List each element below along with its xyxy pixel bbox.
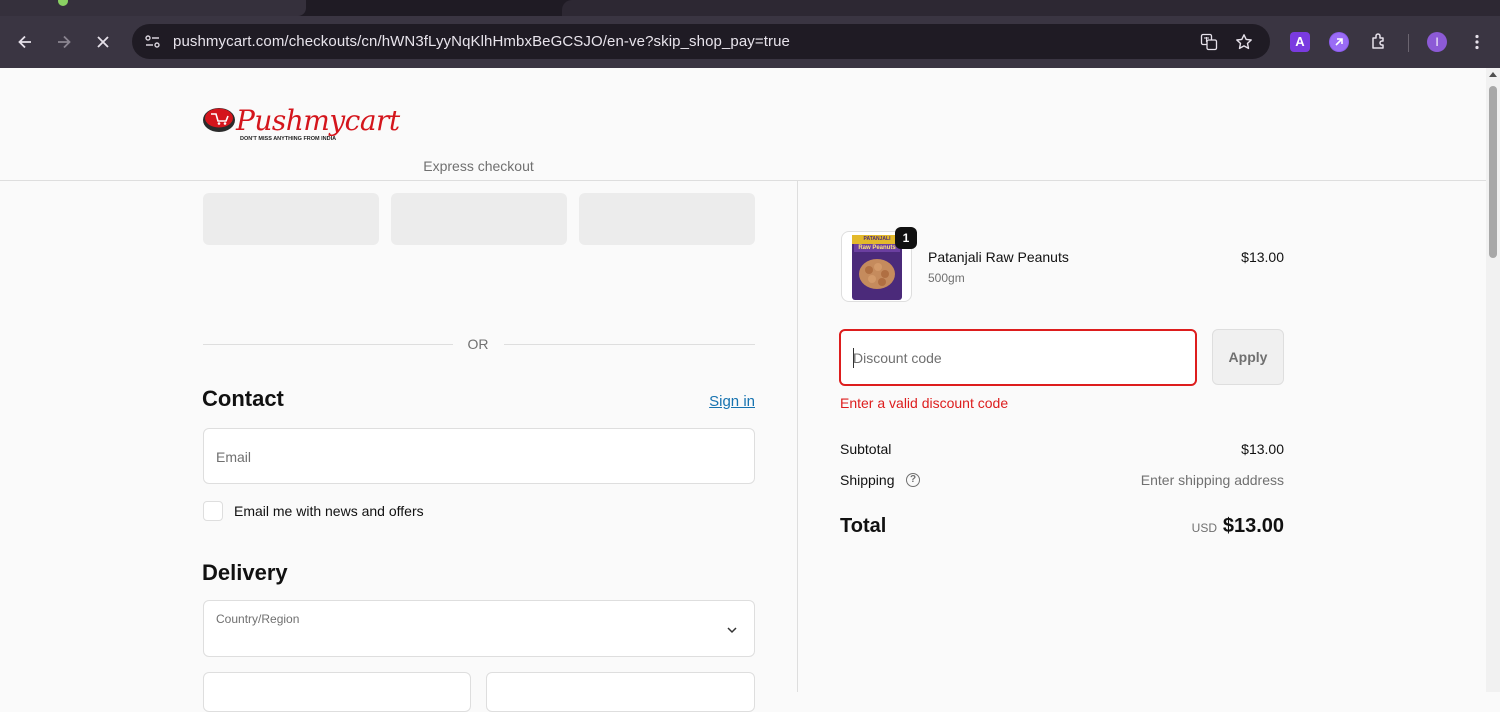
address-bar[interactable]: pushmycart.com/checkouts/cn/hWN3fLyyNqKl… <box>132 24 1270 59</box>
total-currency: USD <box>1191 521 1217 535</box>
delivery-heading: Delivery <box>202 560 288 585</box>
country-region-select[interactable]: Country/Region <box>203 600 755 657</box>
shipping-value: Enter shipping address <box>1140 472 1284 488</box>
subtotal-label: Subtotal <box>840 441 892 457</box>
product-name: Patanjali Raw Peanuts <box>928 249 1069 265</box>
total-label: Total <box>840 515 887 537</box>
profile-avatar[interactable]: I <box>1427 32 1447 52</box>
email-field[interactable]: Email <box>203 428 755 484</box>
toolbar-divider <box>1408 34 1409 52</box>
extension-a-icon[interactable]: A <box>1290 32 1310 52</box>
url-text[interactable]: pushmycart.com/checkouts/cn/hWN3fLyyNqKl… <box>173 33 790 50</box>
first-name-field[interactable] <box>203 672 471 712</box>
shipping-help-icon[interactable]: ? <box>906 473 920 487</box>
email-placeholder: Email <box>216 449 252 465</box>
apply-discount-button[interactable]: Apply <box>1212 329 1284 385</box>
news-offers-checkbox[interactable] <box>203 501 223 521</box>
browser-toolbar: pushmycart.com/checkouts/cn/hWN3fLyyNqKl… <box>0 16 1500 68</box>
pushmycart-logo[interactable]: Pushmycart DON'T MISS ANYTHING FROM INDI… <box>202 104 402 148</box>
browser-tab-strip <box>0 0 1500 16</box>
product-price: $13.00 <box>1241 249 1284 265</box>
subtotal-value: $13.00 <box>1241 441 1284 457</box>
logo-tagline: DON'T MISS ANYTHING FROM INDIA <box>240 136 337 142</box>
or-divider-right <box>504 344 755 345</box>
translate-icon[interactable] <box>1200 33 1218 51</box>
express-pay-button-1[interactable] <box>203 193 379 245</box>
total-value: $13.00 <box>1222 515 1284 537</box>
tab-favicon-icon <box>58 0 68 6</box>
or-divider-left <box>203 344 453 345</box>
bookmark-star-icon[interactable] <box>1235 33 1253 51</box>
discount-code-placeholder: Discount code <box>853 350 942 366</box>
page-scrollbar-thumb[interactable] <box>1489 86 1497 258</box>
last-name-field[interactable] <box>486 672 755 712</box>
contact-heading: Contact <box>202 386 284 411</box>
shipping-label: Shipping <box>840 472 895 488</box>
sign-in-link[interactable]: Sign in <box>700 393 755 410</box>
express-pay-button-3[interactable] <box>579 193 755 245</box>
discount-error-message: Enter a valid discount code <box>840 395 1009 411</box>
stop-loading-icon[interactable] <box>93 32 113 52</box>
quantity-badge: 1 <box>895 227 917 249</box>
back-arrow-icon[interactable] <box>15 32 35 52</box>
site-settings-icon[interactable] <box>144 33 161 50</box>
express-checkout-title: Express checkout <box>423 158 534 174</box>
thumb-title-text: Raw Peanuts <box>858 245 896 251</box>
express-pay-button-2[interactable] <box>391 193 567 245</box>
extension-cursor-icon[interactable] <box>1329 32 1349 52</box>
forward-arrow-icon[interactable] <box>54 32 74 52</box>
news-offers-label: Email me with news and offers <box>234 503 424 519</box>
browser-menu-icon[interactable] <box>1467 32 1487 52</box>
browser-tab-strip-right <box>562 0 1500 16</box>
product-variant: 500gm <box>928 271 965 285</box>
logo-text: Pushmycart <box>236 104 400 137</box>
browser-tab-active[interactable] <box>0 0 306 16</box>
extensions-puzzle-icon[interactable] <box>1369 32 1389 52</box>
chevron-down-icon <box>725 623 739 642</box>
scroll-up-arrow-icon[interactable] <box>1489 72 1497 77</box>
or-divider-label: OR <box>467 336 489 352</box>
discount-code-input[interactable]: Discount code <box>839 329 1197 386</box>
country-region-label: Country/Region <box>216 612 300 626</box>
